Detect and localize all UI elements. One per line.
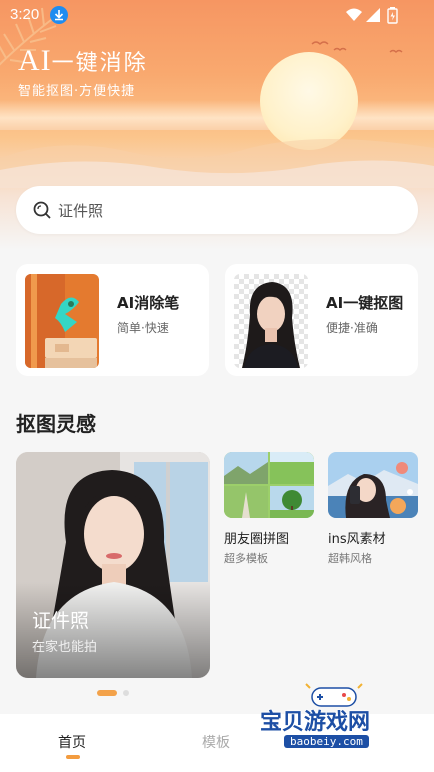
eraser-thumbnail bbox=[25, 274, 99, 368]
status-time: 3:20 bbox=[10, 6, 40, 23]
featured-card-id-photo[interactable]: 证件照 在家也能拍 bbox=[16, 452, 210, 678]
card-collage[interactable]: 朋友圈拼图 超多模板 bbox=[224, 452, 314, 566]
card-ins-style[interactable]: ins风素材 超韩风格 bbox=[328, 452, 418, 566]
battery-icon bbox=[390, 12, 395, 21]
status-icons bbox=[344, 6, 404, 28]
search-bar[interactable]: 证件照 bbox=[16, 186, 418, 234]
signal-icon bbox=[366, 8, 380, 22]
tab-home[interactable]: 首页 bbox=[58, 732, 86, 752]
hero-title: AI一键消除 bbox=[18, 44, 148, 78]
eraser-desc: 简单·快速 bbox=[117, 321, 169, 335]
featured-sublabel: 在家也能拍 bbox=[32, 640, 98, 655]
indicator-dot bbox=[123, 690, 129, 696]
watermark-url: baobeiy.com bbox=[284, 735, 369, 748]
collage-title: 朋友圈拼图 bbox=[224, 532, 290, 547]
hero-subtitle: 智能抠图·方便快捷 bbox=[18, 84, 136, 99]
ins-desc: 超韩风格 bbox=[328, 552, 372, 565]
search-icon bbox=[33, 201, 51, 219]
collage-desc: 超多模板 bbox=[224, 552, 268, 565]
hills-illustration bbox=[0, 139, 434, 188]
hero-title-ai: AI bbox=[18, 44, 52, 77]
watermark-logo: 宝贝游戏网 baobeiy.com bbox=[258, 680, 408, 760]
watermark-text: 宝贝游戏网 bbox=[260, 710, 371, 735]
indicator-active bbox=[97, 690, 117, 696]
wifi-icon bbox=[346, 8, 362, 21]
ins-thumbnail bbox=[328, 452, 418, 518]
collage-thumbnail bbox=[224, 452, 314, 518]
cutout-desc: 便捷·准确 bbox=[326, 321, 378, 335]
ins-title: ins风素材 bbox=[328, 532, 386, 547]
download-icon bbox=[50, 6, 68, 24]
section-title-inspiration: 抠图灵感 bbox=[16, 412, 96, 436]
tool-card-cutout[interactable]: AI一键抠图 便捷·准确 bbox=[225, 264, 418, 376]
cutout-title: AI一键抠图 bbox=[326, 294, 404, 312]
tab-templates[interactable]: 模板 bbox=[202, 732, 230, 752]
search-placeholder: 证件照 bbox=[58, 202, 104, 220]
tool-card-eraser[interactable]: AI消除笔 简单·快速 bbox=[16, 264, 209, 376]
featured-label: 证件照 bbox=[32, 610, 90, 632]
eraser-title: AI消除笔 bbox=[117, 294, 180, 312]
status-bar: 3:20 bbox=[0, 0, 434, 30]
birds-illustration bbox=[311, 41, 403, 53]
cutout-thumbnail bbox=[234, 274, 308, 368]
tab-home-indicator bbox=[66, 755, 80, 759]
hero-title-rest: 一键消除 bbox=[51, 51, 148, 76]
